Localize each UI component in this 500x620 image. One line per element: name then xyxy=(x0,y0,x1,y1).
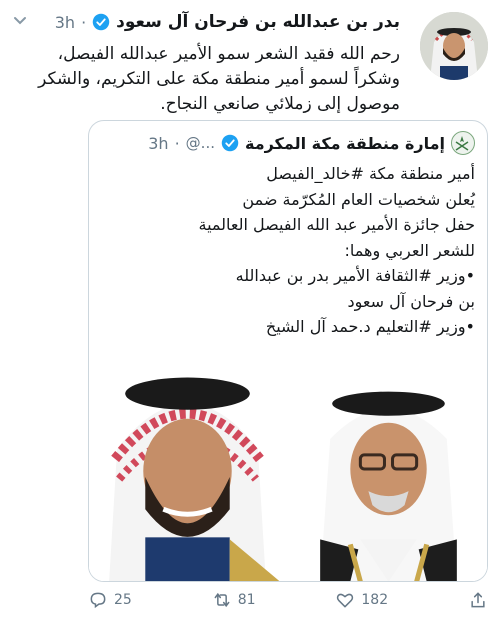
tweet-header: بدر بن عبدالله بن فرحان آل سعود · 3h xyxy=(55,12,400,32)
retweet-icon xyxy=(214,592,230,608)
tweet-time[interactable]: 3h xyxy=(55,13,75,32)
quoted-line: للشعر العربي وهما: xyxy=(344,240,476,260)
reply-count: 25 xyxy=(114,592,132,608)
tweet-actions: 25 81 182 xyxy=(88,588,488,612)
like-count: 182 xyxy=(361,592,389,608)
tweet-line: وشكراً لسمو أمير منطقة مكة على التكريم، … xyxy=(38,69,400,89)
tweet-text: رحم الله فقيد الشعر سمو الأمير عبدالله ا… xyxy=(8,42,400,117)
quoted-line: •وزير #الثقافة الأمير بدر بن عبدالله xyxy=(235,266,475,285)
emblem-icon xyxy=(455,136,469,151)
reply-icon xyxy=(90,592,106,609)
photo-left[interactable] xyxy=(89,359,286,581)
like-button[interactable]: 182 xyxy=(335,590,388,610)
quoted-tweet[interactable]: إمارة منطقة مكة المكرمة @... · 3h أمير م… xyxy=(88,120,488,582)
separator-dot: · xyxy=(81,12,87,32)
quoted-avatar[interactable] xyxy=(451,131,475,155)
quoted-tweet-header: إمارة منطقة مكة المكرمة @... · 3h xyxy=(148,131,475,155)
avatar[interactable] xyxy=(420,12,488,80)
verified-badge-icon xyxy=(92,13,110,31)
separator-dot: · xyxy=(174,133,180,153)
quoted-tweet-text: أمير منطقة مكة #خالد_الفيصل يُعلن شخصيات… xyxy=(97,161,476,340)
quoted-line: يُعلن شخصيات العام المُكرّمة ضمن xyxy=(242,189,475,209)
tweet-line: موصول إلى زملائي صانعي النجاح. xyxy=(160,94,400,114)
tweet-card[interactable]: بدر بن عبدالله بن فرحان آل سعود · 3h رحم… xyxy=(0,0,500,620)
more-options-button[interactable] xyxy=(8,8,32,32)
retweet-button[interactable]: 81 xyxy=(212,590,256,610)
quoted-author-name[interactable]: إمارة منطقة مكة المكرمة xyxy=(245,134,445,153)
quoted-line: حفل جائزة الأمير عبد الله الفيصل العالمي… xyxy=(198,215,476,234)
user-avatar-icon xyxy=(420,12,488,80)
portrait-image xyxy=(89,359,286,581)
quoted-line: •وزير #التعليم د.حمد آل الشيخ xyxy=(265,317,475,336)
tweet-line: رحم الله فقيد الشعر سمو الأمير عبدالله ا… xyxy=(57,44,400,64)
reply-button[interactable]: 25 xyxy=(88,590,132,610)
quoted-line: بن فرحان آل سعود xyxy=(347,291,475,311)
share-button[interactable] xyxy=(468,590,488,610)
quoted-handle: @... xyxy=(185,134,215,152)
chevron-down-icon xyxy=(14,17,26,25)
share-icon xyxy=(471,592,485,608)
author-name[interactable]: بدر بن عبدالله بن فرحان آل سعود xyxy=(116,12,400,32)
photo-right[interactable] xyxy=(290,359,487,581)
retweet-count: 81 xyxy=(237,592,256,608)
portrait-image xyxy=(290,359,487,581)
heart-icon xyxy=(337,593,354,608)
quoted-line: أمير منطقة مكة #خالد_الفيصل xyxy=(266,164,475,183)
quoted-time[interactable]: 3h xyxy=(148,134,168,153)
verified-badge-icon xyxy=(221,134,239,152)
quoted-photos xyxy=(89,359,487,581)
